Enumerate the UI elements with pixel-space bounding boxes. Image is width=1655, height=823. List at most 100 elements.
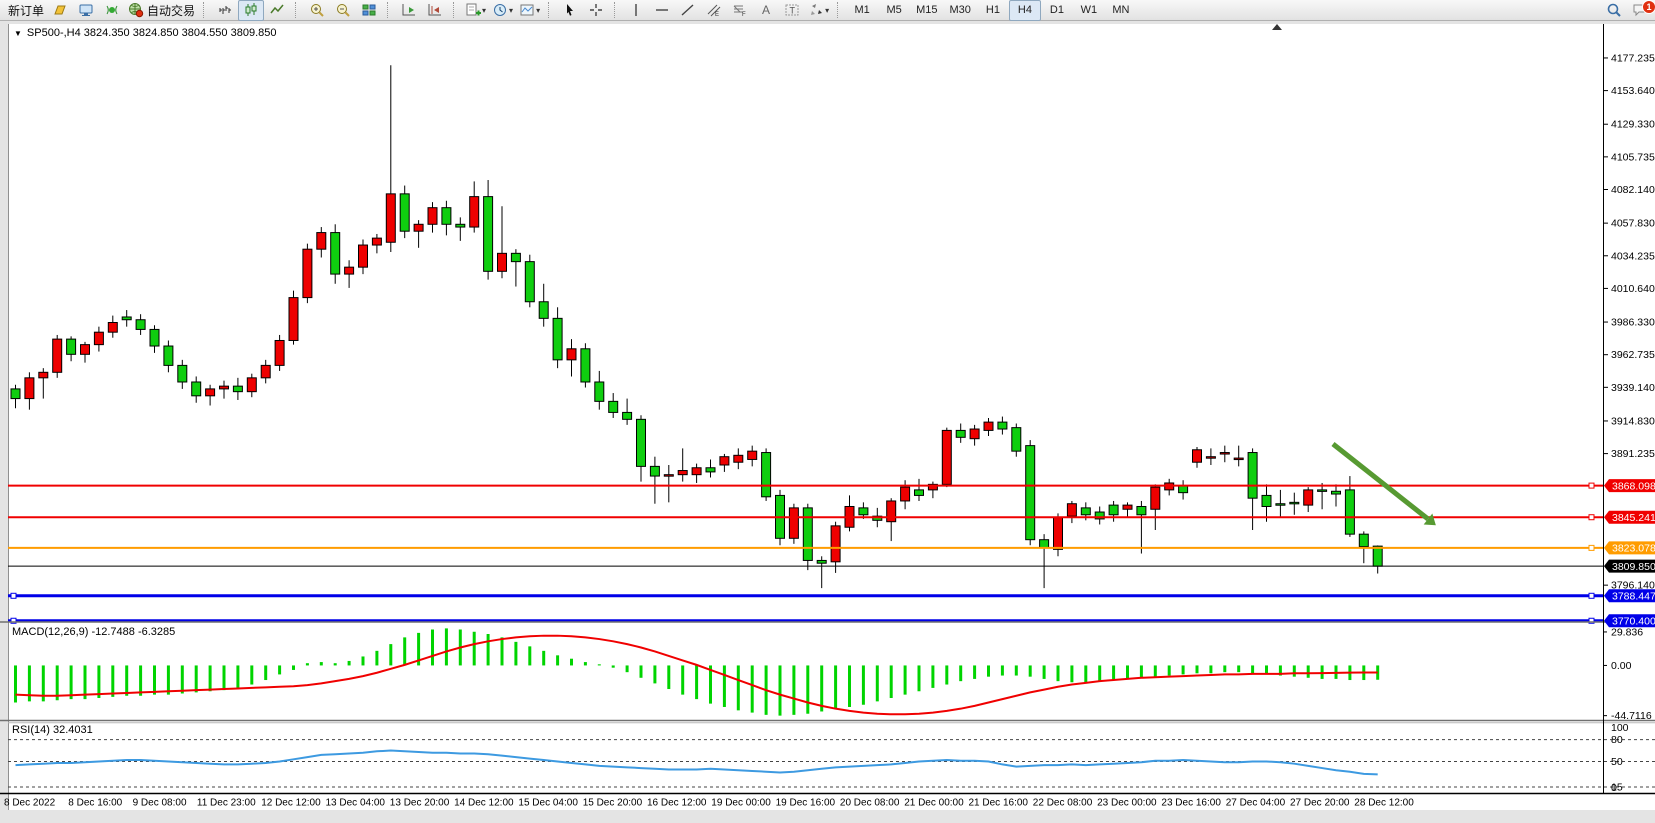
candle-down bbox=[595, 382, 604, 401]
new-order-button[interactable]: 新订单 bbox=[2, 0, 47, 21]
new-chart-button[interactable]: ▾ bbox=[462, 0, 489, 21]
candle-down bbox=[1276, 504, 1285, 506]
search-button[interactable] bbox=[1601, 0, 1627, 21]
chart-canvas[interactable]: 4177.2354153.6404129.3304105.7354082.140… bbox=[0, 0, 1655, 823]
candle-down bbox=[650, 466, 659, 476]
bar-chart-button[interactable] bbox=[212, 0, 238, 21]
strategy-signal-button[interactable] bbox=[99, 0, 125, 21]
notifications-button[interactable]: 1 bbox=[1627, 0, 1653, 21]
horizontal-line-button[interactable] bbox=[649, 0, 675, 21]
rsi-indicator-label: RSI(14) 32.4031 bbox=[12, 724, 93, 736]
price-label-box: 3823.078 bbox=[1604, 541, 1655, 554]
candle-up bbox=[678, 471, 687, 475]
profiles-button[interactable]: ▾ bbox=[489, 0, 516, 21]
candle-up bbox=[970, 429, 979, 439]
candle-up bbox=[220, 386, 229, 389]
candlestick-chart-button[interactable] bbox=[238, 0, 264, 21]
candle-down bbox=[1262, 495, 1271, 506]
candle-down bbox=[859, 508, 868, 515]
fibonacci-button[interactable]: F bbox=[727, 0, 753, 21]
dropdown-arrow-icon[interactable]: ▾ bbox=[536, 6, 540, 15]
tf-m30-button[interactable]: M30 bbox=[944, 0, 977, 21]
fibo-icon: F bbox=[732, 2, 748, 18]
tf-d1-button[interactable]: D1 bbox=[1041, 0, 1073, 21]
trendline-button[interactable] bbox=[675, 0, 701, 21]
dropdown-arrow-icon[interactable]: ▾ bbox=[509, 6, 513, 15]
candle-down bbox=[706, 468, 715, 472]
svg-text:3809.850: 3809.850 bbox=[1612, 561, 1655, 573]
candle-up bbox=[748, 451, 757, 459]
candle-up bbox=[789, 508, 798, 538]
crosshair-button[interactable] bbox=[583, 0, 609, 21]
line-handle[interactable] bbox=[1589, 545, 1594, 550]
line-handle[interactable] bbox=[1589, 515, 1594, 520]
candle-down bbox=[1332, 491, 1341, 494]
auto-trading-button[interactable]: 自动交易 bbox=[125, 0, 198, 21]
macd-tick-label: -44.7116 bbox=[1611, 710, 1652, 722]
candle-down bbox=[1137, 506, 1146, 514]
price-tick-label: 4129.330 bbox=[1611, 119, 1655, 131]
zoom-out-button[interactable] bbox=[330, 0, 356, 21]
tiles-icon bbox=[361, 2, 377, 18]
candle-up bbox=[25, 378, 34, 399]
hline-icon bbox=[654, 2, 670, 18]
time-tick-label: 19 Dec 00:00 bbox=[711, 798, 771, 809]
time-tick-label: 8 Dec 2022 bbox=[4, 798, 56, 809]
zoom-in-button[interactable] bbox=[304, 0, 330, 21]
vertical-line-button[interactable] bbox=[623, 0, 649, 21]
tf-m5-button[interactable]: M5 bbox=[878, 0, 910, 21]
templates-button[interactable]: ▾ bbox=[516, 0, 543, 21]
chart-shift-button[interactable] bbox=[422, 0, 448, 21]
candle-up bbox=[386, 194, 395, 242]
charts-window-button[interactable] bbox=[47, 0, 73, 21]
candle-up bbox=[1054, 518, 1063, 550]
line-chart-button[interactable] bbox=[264, 0, 290, 21]
candle-down bbox=[164, 346, 173, 365]
candle-up bbox=[359, 245, 368, 267]
shapes-icon bbox=[808, 2, 824, 18]
price-tick-label: 4153.640 bbox=[1611, 85, 1655, 97]
line-handle[interactable] bbox=[1589, 593, 1594, 598]
tf-h4-button[interactable]: H4 bbox=[1009, 0, 1041, 21]
candle-down bbox=[331, 233, 340, 275]
tile-windows-button[interactable] bbox=[356, 0, 382, 21]
monitor-icon bbox=[78, 2, 94, 18]
time-tick-label: 23 Dec 16:00 bbox=[1161, 798, 1221, 809]
candle-up bbox=[428, 208, 437, 225]
auto-scroll-button[interactable] bbox=[396, 0, 422, 21]
candle-down bbox=[122, 317, 131, 320]
text-label-button[interactable]: T bbox=[779, 0, 805, 21]
macd-tick-label: 0.00 bbox=[1611, 660, 1632, 672]
equidistant-channel-button[interactable]: E bbox=[701, 0, 727, 21]
candle-down bbox=[1109, 505, 1118, 515]
tf-mn-button[interactable]: MN bbox=[1105, 0, 1137, 21]
candle-up bbox=[247, 378, 256, 392]
candle-up bbox=[1234, 458, 1243, 460]
line-handle[interactable] bbox=[1589, 483, 1594, 488]
rsi-tick-label: 100 bbox=[1611, 722, 1629, 734]
labelT-icon: T bbox=[784, 2, 800, 18]
tf-w1-button[interactable]: W1 bbox=[1073, 0, 1105, 21]
macd-indicator-label: MACD(12,26,9) -12.7488 -6.3285 bbox=[12, 626, 175, 638]
tf-m1-button[interactable]: M1 bbox=[846, 0, 878, 21]
terminal-button[interactable] bbox=[73, 0, 99, 21]
candle-up bbox=[53, 339, 62, 372]
tf-m15-button[interactable]: M15 bbox=[910, 0, 943, 21]
line-handle[interactable] bbox=[11, 593, 16, 598]
price-tick-label: 4010.640 bbox=[1611, 283, 1655, 295]
text-button[interactable]: A bbox=[753, 0, 779, 21]
cursor-button[interactable] bbox=[557, 0, 583, 21]
candle-up bbox=[831, 526, 840, 562]
candle-up bbox=[664, 475, 673, 477]
toolbar-separator bbox=[453, 2, 459, 18]
dropdown-arrow-icon[interactable]: ▾ bbox=[825, 6, 829, 15]
tf-h1-button[interactable]: H1 bbox=[977, 0, 1009, 21]
candle-down bbox=[803, 508, 812, 561]
newchart-icon bbox=[465, 2, 481, 18]
arrows-shapes-button[interactable]: ▾ bbox=[805, 0, 832, 21]
chart-collapse-icon[interactable]: ▼ bbox=[14, 29, 22, 38]
dropdown-arrow-icon[interactable]: ▾ bbox=[482, 6, 486, 15]
channel-icon: E bbox=[706, 2, 722, 18]
candle-down bbox=[1290, 502, 1299, 504]
svg-text:3845.241: 3845.241 bbox=[1612, 512, 1655, 524]
